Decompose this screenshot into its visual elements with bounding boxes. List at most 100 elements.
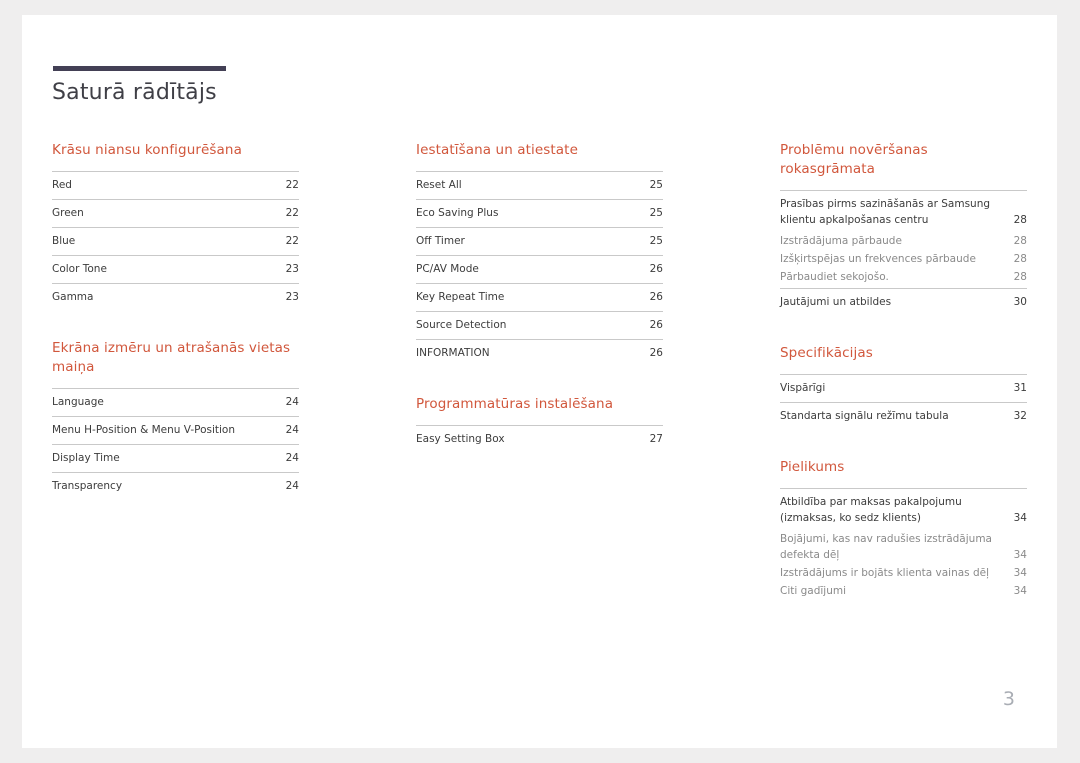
toc-section: Specifikācijas Vispārīgi 31 Standarta signā…: [780, 344, 1027, 430]
toc-entry-page: 28: [1013, 214, 1027, 227]
toc-entry[interactable]: Color Tone 23: [52, 255, 299, 283]
toc-entry[interactable]: PC/AV Mode 26: [416, 255, 663, 283]
toc-entry[interactable]: Key Repeat Time 26: [416, 282, 663, 311]
toc-entry[interactable]: Pārbaudiet sekojošo. 28: [780, 270, 1027, 288]
toc-entry-page: 25: [649, 235, 663, 248]
toc-entry-page: 22: [285, 179, 299, 192]
toc-entry-page: 28: [1013, 271, 1027, 284]
toc-entry-list: Language 24 Menu H-Position & Menu V-Posit…: [52, 388, 299, 500]
toc-entry-label: Pārbaudiet sekojošo.: [780, 271, 889, 284]
toc-entry[interactable]: Easy Setting Box 27: [416, 424, 663, 453]
toc-entry-page: 24: [285, 452, 299, 465]
toc-entry-label: Citi gadījumi: [780, 585, 847, 598]
toc-entry-label: Blue: [52, 235, 76, 248]
toc-entry[interactable]: Citi gadījumi 34: [780, 584, 1027, 602]
toc-entry-page: 31: [1013, 382, 1027, 395]
section-heading: Pielikums: [780, 459, 845, 476]
toc-entry[interactable]: Vispārīgi 31: [780, 374, 1027, 402]
section-heading: Iestatīšana un atiestate: [416, 142, 578, 158]
toc-entry[interactable]: Language 24: [52, 388, 299, 416]
toc-entry-label: Izstrādājums ir bojāts klienta vainas dē…: [780, 567, 990, 580]
toc-entry[interactable]: Gamma 23: [52, 282, 299, 311]
page-number: 3: [1002, 688, 1015, 710]
toc-entry-page: 25: [649, 207, 663, 220]
toc-entry-page: 26: [649, 263, 663, 276]
toc-entry[interactable]: Izstrādājums ir bojāts klienta vainas dē…: [780, 566, 1027, 584]
toc-entry-page: 25: [649, 179, 663, 192]
toc-entry-label: Transparency: [52, 480, 123, 493]
toc-entry-page: 24: [285, 424, 299, 437]
toc-entry[interactable]: Red 22: [52, 171, 299, 199]
toc-entry-list: Prasības pirms sazināšanās ar Samsung kl…: [780, 190, 1027, 316]
toc-entry-label: PC/AV Mode: [416, 263, 479, 276]
toc-entry-page: 23: [285, 263, 299, 276]
section-heading: Ekrāna izmēru un atrašanās vietas maiņa: [52, 339, 291, 376]
toc-entry-label: Red: [52, 179, 72, 192]
toc-entry-label: Key Repeat Time: [416, 290, 505, 303]
toc-entry-label: Display Time: [52, 452, 120, 465]
toc-entry-label: Reset All: [416, 179, 462, 192]
toc-entry-page: 32: [1013, 410, 1027, 423]
toc-entry[interactable]: Izšķirtspējas un frekvences pārbaude 28: [780, 252, 1027, 270]
toc-entry-label: Language: [52, 396, 104, 409]
toc-entry-label: Bojājumi, kas nav radušies izstrādājuma …: [780, 533, 992, 562]
document-page: Saturā rādītājs Krāsu niansu konfigurēša…: [22, 15, 1057, 748]
section-heading: Programmatūras instalēšana: [416, 395, 614, 412]
toc-entry[interactable]: Menu H-Position & Menu V-Position 24: [52, 416, 299, 444]
toc-entry[interactable]: Eco Saving Plus 25: [416, 199, 663, 227]
toc-entry-label: Source Detection: [416, 318, 507, 331]
toc-entry-label: Easy Setting Box: [416, 432, 505, 445]
toc-entry-list: Vispārīgi 31 Standarta signālu režīmu tabu…: [780, 374, 1027, 430]
toc-entry[interactable]: Source Detection 26: [416, 310, 663, 339]
toc-entry-label: Off Timer: [416, 235, 465, 248]
toc-section: Ekrāna izmēru un atrašanās vietas maiņa L…: [52, 339, 299, 500]
toc-entry-page: 34: [1013, 567, 1027, 580]
toc-section: Pielikums Atbildība par maksas pakalpojum…: [780, 458, 1027, 602]
toc-section: Programmatūras instalēšana Easy Setting B…: [416, 395, 663, 453]
toc-entry-page: 26: [649, 318, 663, 331]
toc-entry-page: 24: [285, 396, 299, 409]
toc-entry-label: Prasības pirms sazināšanās ar Samsung kl…: [780, 198, 991, 227]
toc-entry[interactable]: Bojājumi, kas nav radušies izstrādājuma …: [780, 532, 1027, 566]
toc-entry[interactable]: INFORMATION 26: [416, 338, 663, 367]
toc-entry-label: Izšķirtspējas un frekvences pārbaude: [780, 253, 976, 266]
toc-entry-page: 28: [1013, 235, 1027, 248]
toc-entry-label: Jautājumi un atbildes: [780, 296, 892, 309]
toc-column: Iestatīšana un atiestate Reset All 25 Eco S…: [416, 141, 663, 630]
toc-entry-page: 22: [285, 235, 299, 248]
toc-entry-page: 34: [1013, 512, 1027, 525]
toc-entry-page: 34: [1013, 549, 1027, 562]
toc-entry[interactable]: Reset All 25: [416, 171, 663, 199]
toc-entry[interactable]: Blue 22: [52, 227, 299, 255]
toc-entry-label: Standarta signālu režīmu tabula: [780, 410, 949, 423]
toc-entry-page: 22: [285, 207, 299, 220]
toc-entry-list: Atbildība par maksas pakalpojumu (izmaks…: [780, 488, 1027, 602]
toc-entry-label: Vispārīgi: [780, 382, 826, 395]
toc-entry-label: Green: [52, 207, 84, 220]
toc-entry-page: 24: [285, 480, 299, 493]
toc-entry-page: 30: [1013, 296, 1027, 309]
section-heading: Specifikācijas: [780, 345, 873, 362]
toc-entry[interactable]: Transparency 24: [52, 472, 299, 500]
toc-entry-list: Reset All 25 Eco Saving Plus 25 Off Timer 25 P…: [416, 171, 663, 367]
section-heading: Problēmu novēršanas rokasgrāmata: [780, 142, 928, 178]
toc-entry[interactable]: Standarta signālu režīmu tabula 32: [780, 402, 1027, 430]
toc-entry[interactable]: Display Time 24: [52, 444, 299, 472]
section-heading: Krāsu niansu konfigurēšana: [52, 142, 242, 158]
toc-entry-list: Red 22 Green 22 Blue 22 Color Tone 23 Gamma 23: [52, 171, 299, 311]
toc-entry-label: INFORMATION: [416, 346, 490, 359]
toc-entry-label: Atbildība par maksas pakalpojumu (izmaks…: [780, 496, 962, 525]
toc-section: Problēmu novēršanas rokasgrāmata Prasības…: [780, 141, 1027, 316]
toc-entry-page: 28: [1013, 253, 1027, 266]
toc-section: Iestatīšana un atiestate Reset All 25 Eco S…: [416, 141, 663, 367]
toc-entry[interactable]: Off Timer 25: [416, 227, 663, 255]
toc-column: Krāsu niansu konfigurēšana Red 22 Green 22 Bl…: [52, 141, 299, 630]
page-title: Saturā rādītājs: [52, 80, 217, 105]
toc-entry[interactable]: Atbildība par maksas pakalpojumu (izmaks…: [780, 488, 1027, 532]
toc-entry[interactable]: Green 22: [52, 199, 299, 227]
toc-columns: Krāsu niansu konfigurēšana Red 22 Green 22 Bl…: [52, 141, 1027, 630]
toc-entry[interactable]: Jautājumi un atbildes 30: [780, 288, 1027, 316]
toc-entry-label: Izstrādājuma pārbaude: [780, 235, 902, 248]
toc-entry[interactable]: Izstrādājuma pārbaude 28: [780, 234, 1027, 252]
toc-entry[interactable]: Prasības pirms sazināšanās ar Samsung kl…: [780, 190, 1027, 234]
